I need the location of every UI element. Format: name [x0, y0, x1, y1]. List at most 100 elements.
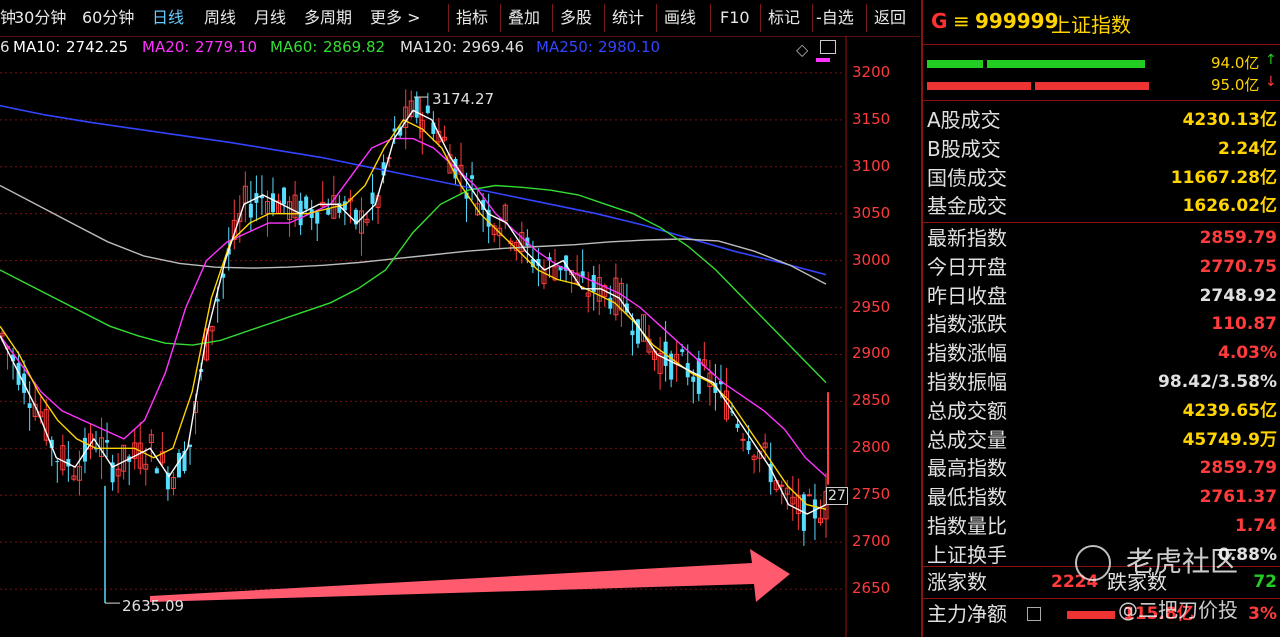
price-tick-label: 2650	[852, 579, 891, 598]
candle-body-down	[176, 452, 181, 478]
main-flow-pct: 3%	[1248, 604, 1277, 624]
stat-value: 98.42/3.58%	[1158, 372, 1277, 392]
candle-body-down	[425, 105, 430, 114]
expand-icon[interactable]: ◇	[796, 40, 808, 59]
main-flow-bar	[1067, 611, 1115, 619]
outflow-bar	[927, 82, 1031, 90]
price-tick-label: 3100	[852, 156, 891, 175]
stat-value: 1626.02亿	[1182, 196, 1277, 217]
candle-body-down	[691, 376, 696, 382]
multi-stock-button[interactable]: 多股	[560, 6, 592, 30]
price-tick-label: 3000	[852, 250, 891, 269]
candle-body-up	[740, 438, 746, 441]
candle-body-down	[746, 441, 751, 450]
tab-daily[interactable]: 日线	[152, 6, 184, 30]
candle-body-down	[680, 349, 685, 353]
price-tick-label: 3150	[852, 109, 891, 128]
candle-body-down	[414, 97, 419, 118]
stat-row: 昨日收盘 2748.92	[927, 282, 1277, 310]
stat-value: 2770.75	[1199, 256, 1277, 277]
divider	[923, 222, 1280, 223]
ma60-value: 2869.82	[323, 38, 386, 56]
candle-body-down	[270, 193, 275, 213]
rise-label: 涨家数	[927, 570, 987, 594]
high-annotation: 3174.27	[432, 90, 495, 108]
stat-label: 最低指数	[927, 485, 1007, 510]
down-arrow-icon: ↓	[1265, 74, 1277, 90]
price-tick-label: 2750	[852, 485, 891, 504]
toolbar-divider	[710, 4, 711, 32]
candle-body-down	[304, 196, 309, 209]
g-badge[interactable]: G	[931, 9, 947, 33]
stat-label: 最新指数	[927, 226, 1007, 250]
price-tick-label: 2850	[852, 391, 891, 410]
toolbar-divider	[448, 4, 449, 32]
indicator-button[interactable]: 指标	[456, 6, 488, 30]
toolbar-divider	[812, 4, 813, 32]
stat-row: 今日开盘 2770.75	[927, 253, 1277, 281]
stat-value: 1.74	[1235, 516, 1277, 536]
list-icon[interactable]	[1027, 607, 1041, 621]
stat-value: 2859.79	[1199, 228, 1277, 248]
toolbar-divider	[500, 4, 501, 32]
window-icon[interactable]	[820, 40, 836, 54]
ma-partial: 6	[0, 38, 10, 56]
price-tick-label: 2900	[852, 344, 891, 363]
draw-line-button[interactable]: 画线	[664, 6, 696, 30]
stat-row: 总成交额 4239.65亿	[927, 397, 1277, 425]
inflow-value: 94.0亿	[1211, 54, 1260, 72]
back-button[interactable]: 返回	[874, 6, 906, 30]
stat-value: 110.87	[1211, 314, 1277, 335]
stat-label: 昨日收盘	[927, 283, 1007, 308]
brand-logo-icon	[1075, 545, 1111, 581]
candle-body-down	[735, 423, 740, 428]
statistics-button[interactable]: 统计	[612, 6, 644, 30]
stat-label: 指数量比	[927, 514, 1007, 538]
period-toolbar: 钟 30分钟 60分钟 日线 周线 月线 多周期 更多 > 指标 叠加 多股 统…	[0, 0, 920, 37]
ma250-value: 2980.10	[598, 38, 661, 56]
stat-value: 4230.13亿	[1182, 110, 1277, 130]
ma20-value: 2779.10	[195, 38, 258, 56]
f10-button[interactable]: F10	[720, 6, 750, 30]
tab-60min[interactable]: 60分钟	[82, 6, 134, 30]
brand-watermark: 老虎社区	[1126, 545, 1239, 578]
stat-row: 指数量比 1.74	[927, 512, 1277, 540]
stat-label: 指数振幅	[927, 370, 1007, 394]
toolbar-divider	[656, 4, 657, 32]
price-tick-label: 3200	[852, 62, 891, 81]
index-code: 999999	[975, 9, 1059, 33]
ma10-value: 2742.25	[66, 38, 129, 56]
stat-label: 基金成交	[927, 194, 1007, 219]
main-flow-label: 主力净额	[927, 602, 1007, 626]
stat-row: 指数涨幅 4.03%	[927, 339, 1277, 367]
stat-row: 最低指数 2761.37	[927, 483, 1277, 511]
menu-icon[interactable]: ≡	[953, 9, 970, 33]
stat-value: 2859.79	[1199, 458, 1277, 479]
kline-chart[interactable]: 3200 3150 3100 3050 3000 2950 2900 2850 2800 2750…	[0, 36, 920, 637]
stat-label: 总成交额	[927, 398, 1007, 423]
tab-weekly[interactable]: 周线	[204, 6, 236, 30]
stat-row: 最新指数 2859.79	[927, 224, 1277, 252]
ma120-label: MA120:	[400, 38, 457, 56]
tab-more[interactable]: 更多 >	[370, 6, 421, 30]
outflow-bar	[1035, 82, 1149, 90]
mark-button[interactable]: 标记	[768, 6, 800, 30]
tab-multi-period[interactable]: 多周期	[304, 6, 352, 30]
stat-value: 11667.28亿	[1170, 167, 1277, 188]
candle-body-up	[779, 484, 785, 487]
overlay-button[interactable]: 叠加	[508, 6, 540, 30]
ma120-value: 2969.46	[462, 38, 525, 56]
toolbar-divider	[552, 4, 553, 32]
stat-value: 2761.37	[1199, 487, 1277, 508]
stat-row: 基金成交 1626.02亿	[927, 192, 1277, 220]
tab-30min[interactable]: 30分钟	[14, 6, 66, 30]
inflow-bar	[987, 60, 1145, 68]
stat-row: 总成交量 45749.9万	[927, 426, 1277, 454]
stat-row: A股成交 4230.13亿	[927, 106, 1277, 134]
ma20-label: MA20:	[142, 38, 190, 56]
candle-body-down	[470, 175, 475, 179]
tab-monthly[interactable]: 月线	[254, 6, 286, 30]
toolbar-divider	[604, 4, 605, 32]
stat-value: 45749.9万	[1182, 429, 1277, 450]
watchlist-button[interactable]: -自选	[816, 6, 854, 30]
